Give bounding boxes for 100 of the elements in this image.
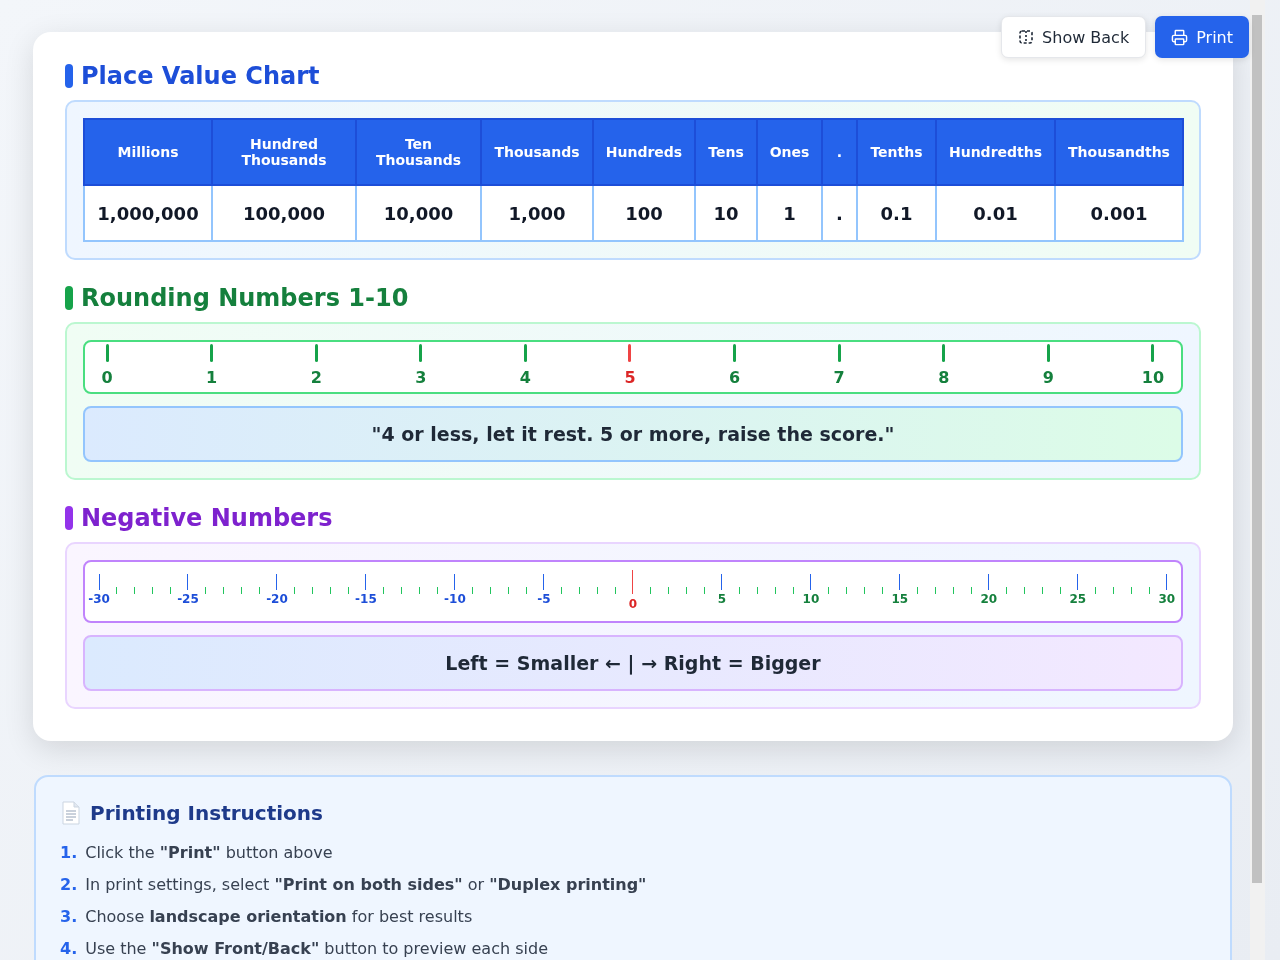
table-cell: 0.01 [936, 185, 1055, 241]
table-cell: 0.001 [1055, 185, 1183, 241]
tick-mark [721, 574, 723, 590]
column-header: Thousands [481, 119, 593, 185]
column-header: Tens [695, 119, 757, 185]
column-header: . [822, 119, 857, 185]
minor-tick-mark [1059, 587, 1061, 594]
minor-tick-mark [774, 587, 776, 594]
tick-mark [988, 574, 990, 590]
number-label: -10 [444, 592, 466, 606]
minor-tick-mark [1130, 587, 1132, 594]
number-label: -25 [177, 592, 199, 606]
tick-mark [632, 570, 634, 594]
show-back-button[interactable]: Show Back [1001, 16, 1147, 58]
minor-tick-mark [1023, 587, 1025, 594]
tick-mark [187, 574, 189, 590]
table-cell: 100 [593, 185, 695, 241]
number-label: -30 [88, 592, 110, 606]
minor-tick-mark [1112, 587, 1114, 594]
number-label: 3 [415, 368, 427, 387]
number-label: 2 [310, 368, 322, 387]
print-button[interactable]: Print [1155, 16, 1249, 58]
section-title: Rounding Numbers 1-10 [65, 284, 1201, 312]
number-label: 4 [519, 368, 531, 387]
minor-tick-mark [151, 587, 153, 594]
minor-tick-mark [294, 587, 296, 594]
tick-mark [810, 574, 812, 590]
tick-mark [899, 574, 901, 590]
tick-mark [454, 574, 456, 590]
number-label: 20 [980, 592, 998, 606]
printer-icon [1171, 28, 1189, 46]
tick-mark [98, 574, 100, 590]
minor-tick-mark [205, 587, 207, 594]
step-number: 4. [60, 938, 78, 960]
minor-tick-mark [401, 587, 403, 594]
minor-tick-mark [739, 587, 741, 594]
table-cell: 1,000,000 [84, 185, 212, 241]
table-cell: 1,000 [481, 185, 593, 241]
minor-tick-mark [472, 587, 474, 594]
minor-tick-mark [240, 587, 242, 594]
table-cell: 1 [757, 185, 822, 241]
instructions-title: Printing Instructions [90, 801, 323, 825]
minor-tick-mark [116, 587, 118, 594]
number-label: 1 [206, 368, 218, 387]
number-label: -5 [537, 592, 551, 606]
minor-tick-mark [561, 587, 563, 594]
number-label: 10 [802, 592, 820, 606]
minor-tick-mark [436, 587, 438, 594]
number-label: 8 [938, 368, 950, 387]
split-card-icon [1018, 29, 1035, 45]
minor-tick-mark [845, 587, 847, 594]
step-text: In print settings, select "Print on both sides" or "Duplex printing" [85, 874, 647, 896]
step-number: 3. [60, 906, 78, 928]
minor-tick-mark [757, 587, 758, 594]
minor-tick-mark [1006, 587, 1008, 594]
number-label: 15 [891, 592, 909, 606]
minor-tick-mark [881, 587, 883, 594]
section-title: Place Value Chart [65, 62, 1201, 90]
minor-tick-mark [507, 587, 509, 594]
minor-tick-mark [596, 587, 598, 594]
step-text: Use the "Show Front/Back" button to preview each side [85, 938, 548, 960]
minor-tick-mark [1041, 587, 1043, 594]
number-label: -15 [355, 592, 377, 606]
column-header: Thousandths [1055, 119, 1183, 185]
minor-tick-mark [490, 587, 492, 594]
step-number: 2. [60, 874, 78, 896]
minor-tick-mark [169, 587, 171, 594]
number-label: 7 [833, 368, 845, 387]
minor-tick-mark [258, 587, 260, 594]
column-header: Hundred Thousands [212, 119, 356, 185]
column-header: Ten Thousands [356, 119, 481, 185]
minor-tick-mark [614, 587, 616, 594]
table-cell: 100,000 [212, 185, 356, 241]
tick-mark [1166, 574, 1168, 590]
minor-tick-mark [685, 587, 687, 594]
table-cell: 10,000 [356, 185, 481, 241]
number-label: 0 [628, 597, 638, 611]
column-header: Millions [84, 119, 212, 185]
minor-tick-mark [828, 587, 830, 594]
tick-mark [276, 574, 278, 590]
column-header: Hundreds [593, 119, 695, 185]
document-icon [60, 801, 82, 825]
minor-tick-mark [134, 587, 136, 594]
minor-tick-mark [952, 587, 954, 594]
column-header: Tenths [857, 119, 936, 185]
number-label: 5 [624, 368, 636, 387]
minor-tick-mark [1095, 587, 1097, 594]
minor-tick-mark [223, 587, 225, 594]
minor-tick-mark [579, 587, 580, 594]
minor-tick-mark [792, 587, 794, 594]
number-label: 6 [729, 368, 741, 387]
minor-tick-mark [917, 587, 919, 594]
number-label: 5 [717, 592, 727, 606]
scrollbar[interactable] [1250, 0, 1265, 960]
minor-tick-mark [418, 587, 420, 594]
minor-tick-mark [934, 587, 936, 594]
column-header: Hundredths [936, 119, 1055, 185]
minor-tick-mark [312, 587, 314, 594]
tick-mark [365, 574, 367, 590]
number-label: 25 [1069, 592, 1087, 606]
